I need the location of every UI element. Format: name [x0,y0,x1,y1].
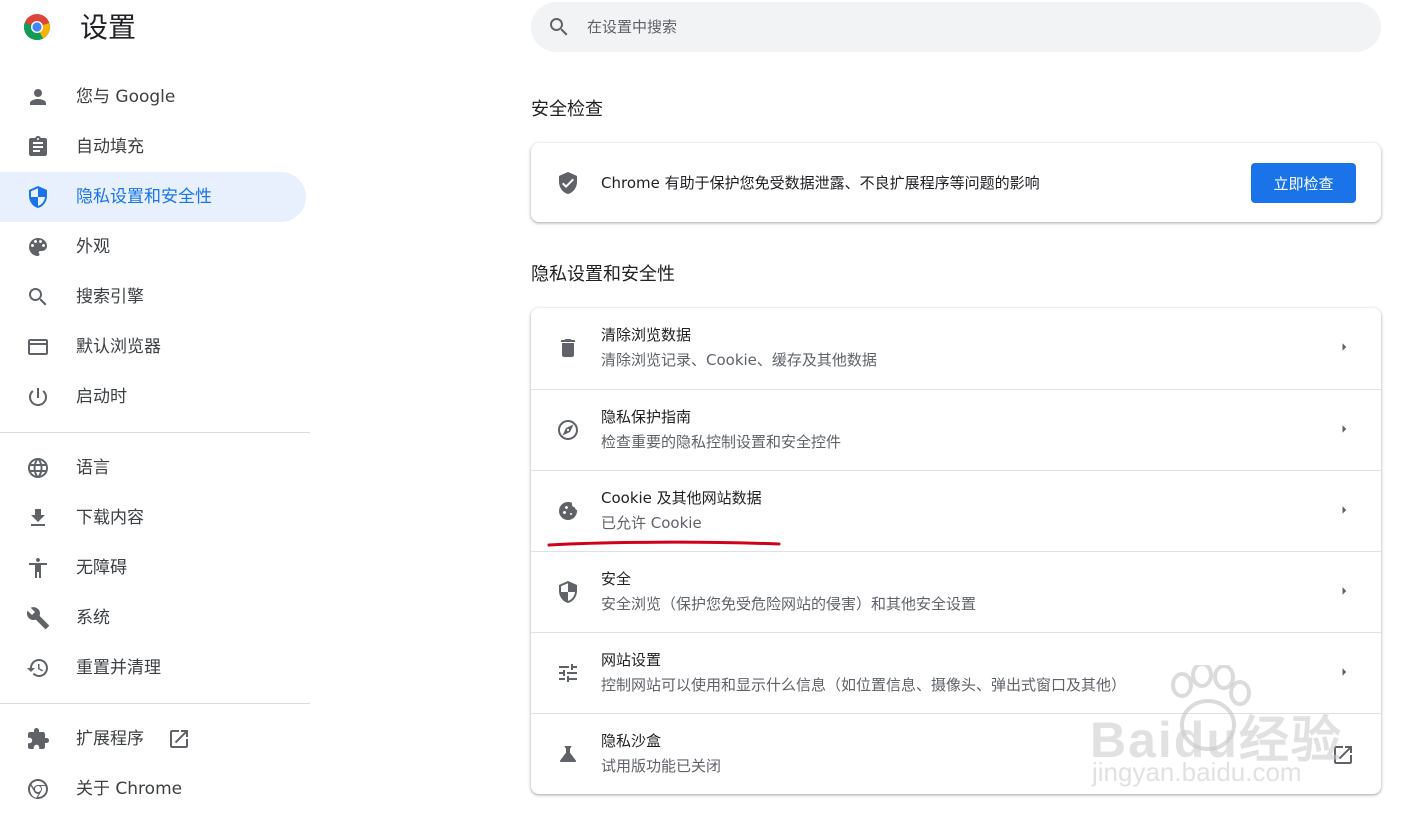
row-subtitle: 检查重要的隐私控制设置和安全控件 [601,433,842,451]
sidebar-item-label: 无障碍 [76,558,127,578]
row-title: 隐私沙盒 [601,732,662,750]
arrow-right-icon [1335,663,1353,681]
sidebar-item-on-startup[interactable]: 启动时 [0,372,310,422]
sidebar-nav: 您与 Google 自动填充 隐私设置和安全性 外观 搜索引擎 默认浏览器 启动… [0,72,310,814]
row-security[interactable]: 安全 安全浏览（保护您免受危险网站的侵害）和其他安全设置 [531,551,1381,632]
shield-icon [26,185,50,209]
sidebar-item-system[interactable]: 系统 [0,593,310,643]
row-clear-browsing-data[interactable]: 清除浏览数据 清除浏览记录、Cookie、缓存及其他数据 [531,308,1381,389]
privacy-security-heading: 隐私设置和安全性 [531,264,675,285]
privacy-security-card: 清除浏览数据 清除浏览记录、Cookie、缓存及其他数据 隐私保护指南 检查重要… [531,308,1381,794]
safety-check-card: Chrome 有助于保护您免受数据泄露、不良扩展程序等问题的影响 立即检查 [531,143,1381,222]
search-icon [547,15,571,39]
person-icon [26,85,50,109]
clipboard-icon [26,135,50,159]
sidebar-item-reset[interactable]: 重置并清理 [0,643,310,693]
globe-icon [26,456,50,480]
sidebar-item-label: 系统 [76,608,110,628]
chrome-logo [23,13,51,41]
row-subtitle: 控制网站可以使用和显示什么信息（如位置信息、摄像头、弹出式窗口及其他） [601,676,1127,694]
palette-icon [26,235,50,259]
sidebar-item-label: 重置并清理 [76,658,161,678]
search-input[interactable] [587,2,1347,52]
sidebar-item-label: 语言 [76,458,110,478]
sidebar-item-label: 启动时 [76,387,127,407]
open-in-new-icon [1331,743,1355,767]
row-title: 隐私保护指南 [601,408,692,426]
check-now-button[interactable]: 立即检查 [1251,163,1356,203]
sidebar-item-languages[interactable]: 语言 [0,443,310,493]
flask-icon [556,742,580,766]
row-title: 清除浏览数据 [601,326,692,344]
sidebar-divider [0,432,310,433]
tune-icon [556,661,580,685]
arrow-right-icon [1335,338,1353,356]
sidebar-item-extensions[interactable]: 扩展程序 [0,714,310,764]
arrow-right-icon [1335,582,1353,600]
browser-window-icon [26,335,50,359]
sidebar-item-search-engine[interactable]: 搜索引擎 [0,272,310,322]
cookie-icon [556,499,580,523]
row-subtitle: 试用版功能已关闭 [601,757,722,775]
sidebar-item-default-browser[interactable]: 默认浏览器 [0,322,310,372]
sidebar-item-label: 扩展程序 [76,729,144,749]
open-in-new-icon [167,727,191,751]
sidebar-item-accessibility[interactable]: 无障碍 [0,543,310,593]
download-icon [26,506,50,530]
sidebar-item-label: 搜索引擎 [76,287,144,307]
row-cookies[interactable]: Cookie 及其他网站数据 已允许 Cookie [531,470,1381,551]
search-icon [26,285,50,309]
sidebar-item-you-and-google[interactable]: 您与 Google [0,72,310,122]
sidebar-item-privacy-security[interactable]: 隐私设置和安全性 [0,172,306,222]
puzzle-icon [26,727,50,751]
sidebar-item-label: 自动填充 [76,137,144,157]
red-underline-annotation [547,540,781,547]
compass-icon [556,418,580,442]
arrow-right-icon [1335,420,1353,438]
sidebar-item-label: 关于 Chrome [76,779,183,799]
sidebar-item-downloads[interactable]: 下载内容 [0,493,310,543]
chrome-icon [26,777,50,801]
wrench-icon [26,606,50,630]
safety-check-description: Chrome 有助于保护您免受数据泄露、不良扩展程序等问题的影响 [601,174,1040,192]
power-icon [26,385,50,409]
row-title: 网站设置 [601,651,662,669]
row-privacy-sandbox[interactable]: 隐私沙盒 试用版功能已关闭 [531,713,1381,794]
sidebar-item-autofill[interactable]: 自动填充 [0,122,310,172]
sidebar-item-label: 您与 Google [76,87,176,107]
restore-icon [26,656,50,680]
row-title: 安全 [601,570,632,588]
sidebar-item-appearance[interactable]: 外观 [0,222,310,272]
row-subtitle: 安全浏览（保护您免受危险网站的侵害）和其他安全设置 [601,595,977,613]
sidebar-item-label: 外观 [76,237,110,257]
row-title: Cookie 及其他网站数据 [601,489,762,507]
sidebar-divider [0,703,310,704]
row-site-settings[interactable]: 网站设置 控制网站可以使用和显示什么信息（如位置信息、摄像头、弹出式窗口及其他） [531,632,1381,713]
sidebar-item-label: 默认浏览器 [76,337,161,357]
accessibility-icon [26,556,50,580]
page-title: 设置 [80,11,137,44]
sidebar-item-about-chrome[interactable]: 关于 Chrome [0,764,310,814]
search-bar[interactable] [531,2,1381,52]
sidebar-item-label: 隐私设置和安全性 [76,187,212,207]
row-subtitle: 清除浏览记录、Cookie、缓存及其他数据 [601,351,877,369]
trash-icon [556,336,580,360]
safety-check-heading: 安全检查 [531,99,603,120]
security-shield-icon [556,580,580,604]
sidebar-item-label: 下载内容 [76,508,144,528]
row-privacy-guide[interactable]: 隐私保护指南 检查重要的隐私控制设置和安全控件 [531,389,1381,470]
verified-shield-icon [556,171,580,195]
row-subtitle: 已允许 Cookie [601,514,702,532]
arrow-right-icon [1335,501,1353,519]
